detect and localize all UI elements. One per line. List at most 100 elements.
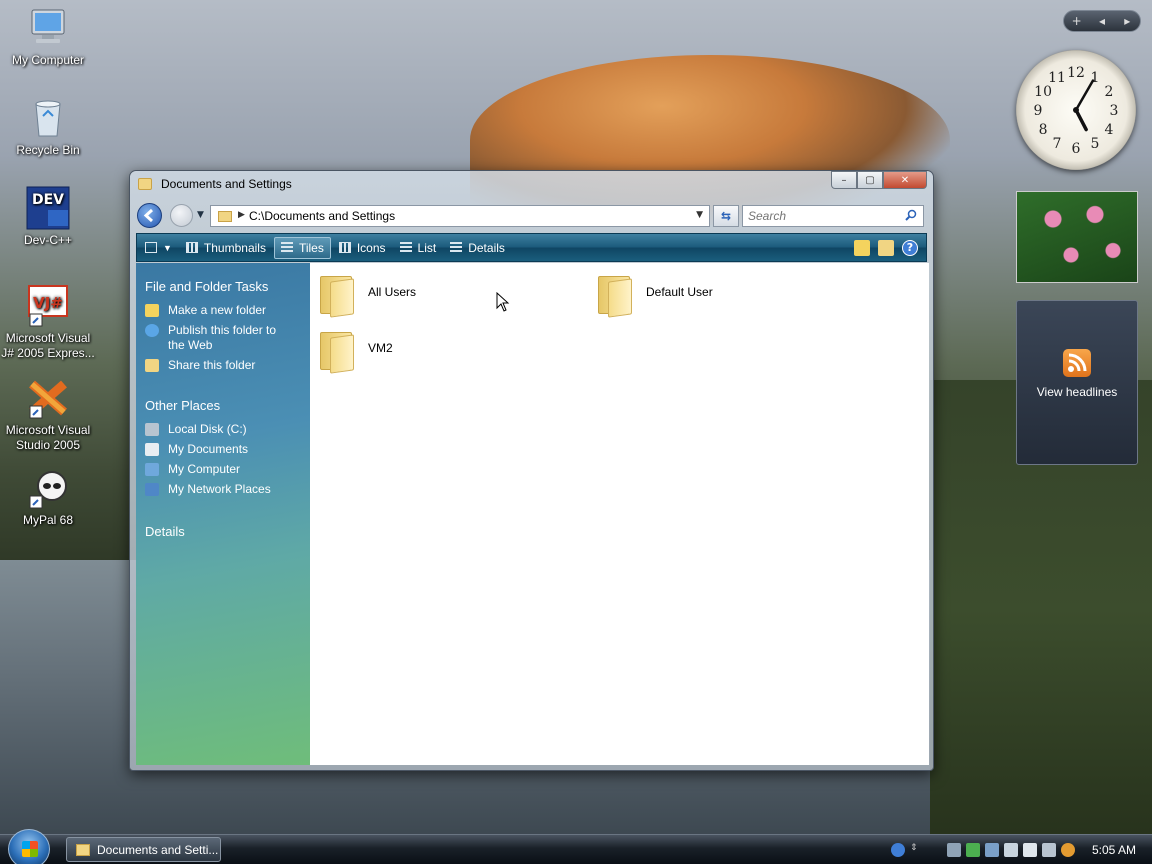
folder-item-vm2[interactable]: VM2 — [316, 326, 393, 370]
folder-up-icon[interactable] — [854, 239, 870, 256]
task-share-folder[interactable]: Share this folder — [136, 358, 310, 373]
start-button[interactable] — [8, 829, 50, 864]
views-menu-button[interactable]: ▼ — [139, 237, 178, 259]
place-my-network-places[interactable]: My Network Places — [136, 482, 310, 497]
search-icon[interactable] — [1060, 843, 1075, 857]
visual-studio-icon — [26, 376, 70, 420]
recycle-bin-icon — [26, 96, 70, 140]
taskbar: Documents and Setti... ⇕ 5:05 AM — [0, 829, 1152, 864]
computer-icon — [26, 6, 70, 50]
view-tiles-button[interactable]: Tiles — [273, 236, 331, 259]
view-headlines-label: View headlines — [1036, 385, 1118, 399]
forward-button[interactable] — [170, 204, 193, 227]
previous-page-button[interactable]: ◂ — [1089, 14, 1114, 28]
clock-gadget[interactable]: 12 1 2 3 4 5 6 7 8 9 10 11 — [1016, 50, 1136, 170]
language-icon[interactable] — [1022, 843, 1037, 857]
keyboard-icon[interactable] — [1041, 843, 1056, 857]
network-activity-icon[interactable] — [984, 843, 999, 857]
close-button[interactable]: ✕ — [883, 171, 927, 189]
security-icon[interactable] — [965, 843, 980, 857]
desktop-icon-visual-studio[interactable]: Microsoft Visual Studio 2005 — [0, 376, 96, 453]
clock-numeral: 6 — [1072, 141, 1081, 157]
slideshow-gadget[interactable] — [1016, 191, 1138, 283]
window-titlebar[interactable]: Documents and Settings – ▢ ✕ — [130, 171, 933, 199]
hard-drive-icon — [145, 423, 159, 436]
documents-icon — [145, 443, 159, 456]
place-local-disk[interactable]: Local Disk (C:) — [136, 422, 310, 437]
search-input[interactable] — [748, 206, 898, 226]
taskbar-window-button[interactable]: Documents and Setti... — [66, 837, 221, 862]
desktop-icon-my-computer[interactable]: My Computer — [0, 6, 96, 68]
breadcrumb-arrow-icon[interactable]: ▶ — [238, 210, 245, 220]
folder-item-default-user[interactable]: Default User — [594, 270, 713, 314]
next-page-button[interactable]: ▸ — [1115, 14, 1140, 28]
view-icons-button[interactable]: Icons — [333, 237, 392, 259]
details-heading[interactable]: Details — [136, 524, 310, 539]
clock-numeral: 7 — [1053, 136, 1062, 152]
task-publish-folder[interactable]: Publish this folder to the Web — [136, 323, 310, 353]
new-folder-icon — [145, 304, 159, 317]
list-icon — [399, 242, 412, 253]
view-list-button[interactable]: List — [394, 237, 443, 259]
document-icon[interactable] — [1003, 843, 1018, 857]
view-thumbnails-button[interactable]: Thumbnails — [180, 237, 272, 259]
clock-time[interactable]: 5:05 AM — [1092, 843, 1136, 857]
system-tray: ⇕ 5:05 AM — [890, 835, 1152, 864]
place-my-documents[interactable]: My Documents — [136, 442, 310, 457]
task-make-new-folder[interactable]: Make a new folder — [136, 303, 310, 318]
dev-cpp-icon: DEV — [26, 186, 70, 230]
folder-item-all-users[interactable]: All Users — [316, 270, 416, 314]
clock-numeral: 9 — [1034, 103, 1043, 119]
help-icon[interactable] — [890, 843, 905, 857]
search-icon[interactable] — [905, 209, 917, 221]
minimize-button[interactable]: – — [831, 171, 857, 189]
folder-icon — [594, 270, 638, 314]
thumbnails-icon — [185, 242, 198, 253]
clock-numeral: 3 — [1110, 103, 1119, 119]
clock-numeral: 2 — [1104, 84, 1113, 100]
address-dropdown-button[interactable]: ▼ — [696, 210, 703, 220]
refresh-button[interactable]: ⇆ — [713, 205, 739, 227]
folder-icon — [138, 178, 152, 190]
file-list[interactable]: All Users Default User VM2 — [310, 263, 929, 765]
mypal-raccoon-icon — [26, 466, 70, 510]
desktop-icon-mypal[interactable]: MyPal 68 — [0, 466, 96, 528]
recent-pages-dropdown[interactable]: ▼ — [197, 210, 204, 220]
address-bar[interactable]: ▶ C:\Documents and Settings ▼ — [210, 205, 710, 227]
address-row: ▼ ▶ C:\Documents and Settings ▼ ⇆ — [136, 202, 927, 230]
desktop-icon-dev-cpp[interactable]: DEV Dev-C++ — [0, 186, 96, 248]
search-box[interactable] — [742, 205, 924, 227]
feed-headlines-gadget[interactable]: View headlines — [1016, 300, 1138, 465]
tray-expand-icon[interactable]: ⇕ — [910, 843, 918, 857]
mouse-cursor-icon — [496, 292, 510, 312]
command-toolbar: ▼ Thumbnails Tiles Icons List Details ? — [136, 233, 927, 262]
task-pane: File and Folder Tasks Make a new folder … — [136, 263, 310, 765]
help-button[interactable]: ? — [902, 239, 918, 256]
clock-center — [1073, 107, 1079, 113]
view-details-button[interactable]: Details — [444, 237, 511, 259]
clock-numeral: 5 — [1091, 136, 1100, 152]
folder-options-icon[interactable] — [878, 239, 894, 256]
svg-text:DEV: DEV — [32, 192, 64, 208]
add-gadget-button[interactable]: + — [1064, 14, 1089, 28]
place-my-computer[interactable]: My Computer — [136, 462, 310, 477]
icons-icon — [338, 242, 351, 253]
sidebar-gadget-controls: + ◂ ▸ — [1063, 10, 1141, 32]
tiles-icon — [280, 242, 293, 253]
maximize-button[interactable]: ▢ — [857, 171, 883, 189]
folder-icon — [76, 843, 90, 856]
network-icon[interactable] — [946, 843, 961, 857]
chevron-down-icon: ▼ — [163, 242, 172, 253]
desktop-icon-recycle-bin[interactable]: Recycle Bin — [0, 96, 96, 158]
clock-numeral: 4 — [1104, 122, 1113, 138]
clock-minute-hand — [1074, 79, 1095, 112]
computer-icon — [145, 463, 159, 476]
other-places-heading[interactable]: Other Places — [136, 398, 310, 413]
clock-numeral: 8 — [1039, 122, 1048, 138]
back-button[interactable] — [137, 203, 162, 228]
desktop-icon-visual-jsharp[interactable]: VJ# Microsoft Visual J# 2005 Expres... — [0, 284, 96, 361]
arrow-left-icon — [143, 208, 154, 223]
window-title: Documents and Settings — [161, 177, 292, 191]
file-folder-tasks-heading[interactable]: File and Folder Tasks — [136, 279, 310, 294]
clock-numeral: 11 — [1048, 70, 1066, 86]
